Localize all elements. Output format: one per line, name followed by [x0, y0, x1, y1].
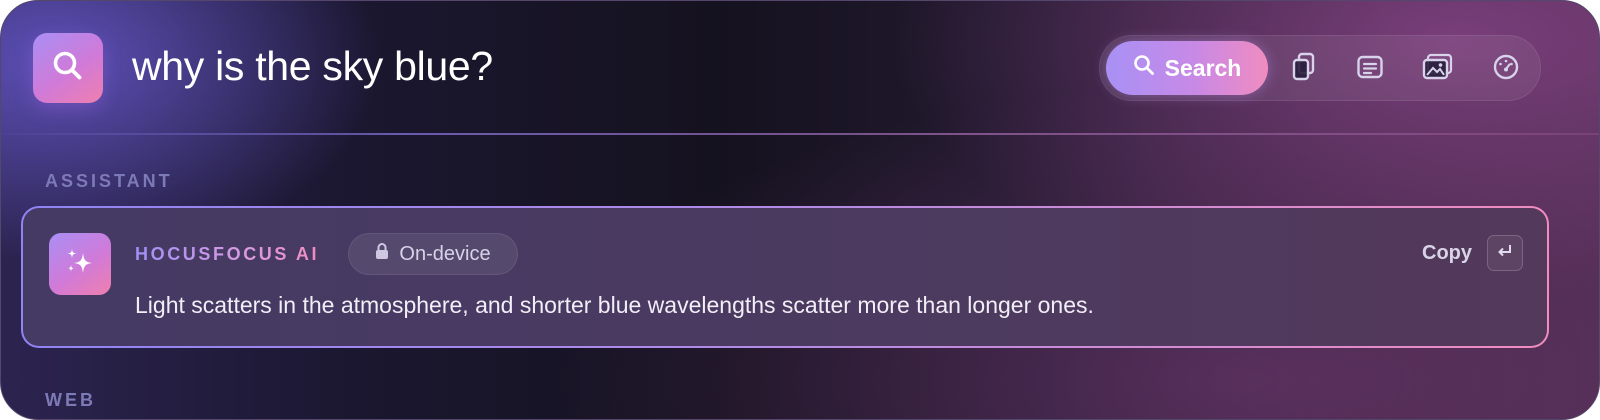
launcher-window: why is the sky blue? Search ASSISTANT HO… [0, 0, 1600, 420]
section-label-web: WEB [45, 390, 96, 410]
header-divider [1, 133, 1599, 135]
search-icon-badge [33, 33, 103, 103]
images-button[interactable] [1418, 49, 1458, 89]
document-text-icon [1356, 54, 1384, 85]
search-mode-label: Search [1164, 54, 1242, 81]
lock-icon [375, 242, 389, 266]
image-gallery-icon [1422, 53, 1454, 86]
copy-button[interactable]: Copy [1422, 242, 1472, 265]
search-query-input[interactable]: why is the sky blue? [132, 43, 493, 90]
notes-button[interactable] [1350, 49, 1390, 89]
speedometer-icon [1492, 53, 1520, 86]
speed-button[interactable] [1486, 49, 1526, 89]
assistant-answer-text: Light scatters in the atmosphere, and sh… [135, 292, 1094, 318]
return-key-icon [1495, 242, 1515, 265]
on-device-badge: On-device [348, 233, 518, 275]
search-mode-button[interactable]: Search [1106, 41, 1268, 95]
ai-avatar [49, 233, 111, 295]
assistant-brand-label: HOCUSFOCUS AI [135, 244, 320, 264]
mode-toolbar: Search [1099, 35, 1541, 101]
search-icon [51, 49, 85, 88]
assistant-answer-card[interactable]: HOCUSFOCUS AI On-device Light scatters i… [21, 206, 1549, 348]
search-icon [1133, 54, 1155, 82]
sparkles-icon [63, 245, 97, 284]
section-label-assistant: ASSISTANT [45, 171, 173, 191]
on-device-label: On-device [399, 242, 491, 265]
clipboard-icon [1290, 52, 1318, 87]
clipboard-button[interactable] [1284, 49, 1324, 89]
enter-key-hint[interactable] [1487, 235, 1523, 271]
